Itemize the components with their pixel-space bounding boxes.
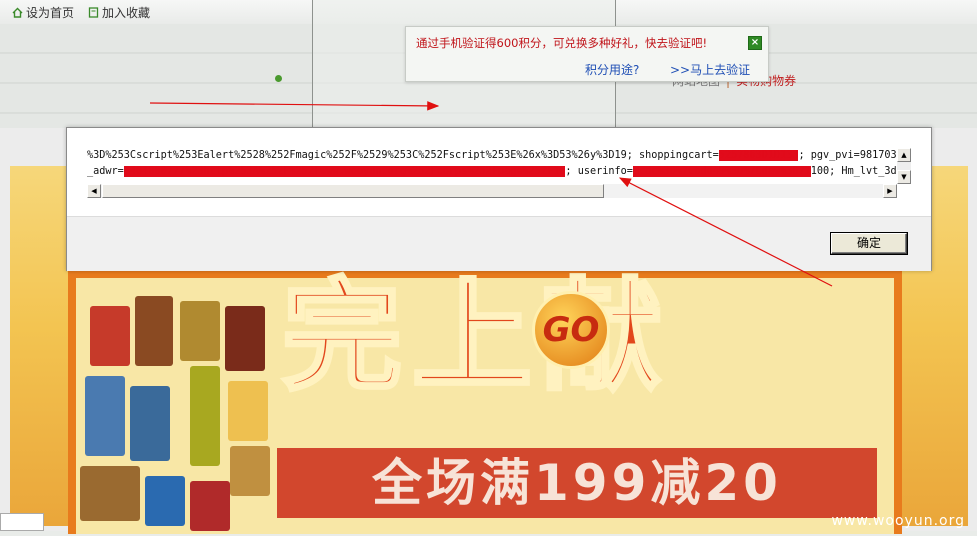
redacted-shoppingcart: 5257863D1D133	[718, 150, 799, 161]
home-icon	[12, 7, 23, 18]
dialog-footer: 确定	[67, 216, 931, 271]
close-icon[interactable]: ×	[748, 36, 762, 50]
bookmark-icon	[88, 7, 99, 18]
phone-verify-tooltip: 通过手机验证得600积分，可兑换多种好礼，快去验证吧! × 积分用途? >>马上…	[405, 26, 769, 82]
scroll-up-icon[interactable]: ▲	[897, 148, 911, 162]
set-homepage-link[interactable]: 设为首页	[12, 4, 74, 21]
dialog-body: %3D%253Cscript%253Ealert%2528%252Fmagic%…	[67, 128, 931, 216]
add-favorite-link[interactable]: 加入收藏	[88, 4, 150, 21]
watermark: www.wooyun.org	[831, 513, 965, 529]
horizontal-scrollbar[interactable]: ◀ ▶	[87, 184, 897, 198]
vertical-scrollbar[interactable]: ▲ ▼	[897, 148, 911, 184]
status-bar-fragment	[0, 513, 44, 531]
scroll-left-icon[interactable]: ◀	[87, 184, 101, 198]
redacted-adwr: 6404000777%23http%253A%252F%252Fwww.wooy…	[123, 166, 566, 177]
cookie-text[interactable]: %3D%253Cscript%253Ealert%2528%252Fmagic%…	[87, 148, 911, 184]
promo-text: 全场满199减20	[277, 448, 877, 518]
ok-button[interactable]: 确定	[830, 232, 908, 255]
product-collage	[80, 296, 270, 536]
points-usage-link[interactable]: 积分用途?	[585, 61, 639, 78]
go-badge: GO	[532, 291, 610, 369]
scroll-right-icon[interactable]: ▶	[883, 184, 897, 198]
scroll-thumb[interactable]	[102, 184, 604, 198]
scroll-down-icon[interactable]: ▼	[897, 170, 911, 184]
tooltip-message: 通过手机验证得600积分，可兑换多种好礼，快去验证吧!	[416, 36, 708, 50]
redacted-userinfo: dcdc%3D%7Cbdd49%3D%7Cdaw%3D71	[632, 166, 811, 177]
alert-dialog: %3D%253Cscript%253Ealert%2528%252Fmagic%…	[66, 127, 932, 271]
status-dot-icon	[275, 75, 282, 82]
banner-headline: 完上献	[280, 268, 672, 407]
verify-now-link[interactable]: >>马上去验证	[670, 61, 750, 78]
